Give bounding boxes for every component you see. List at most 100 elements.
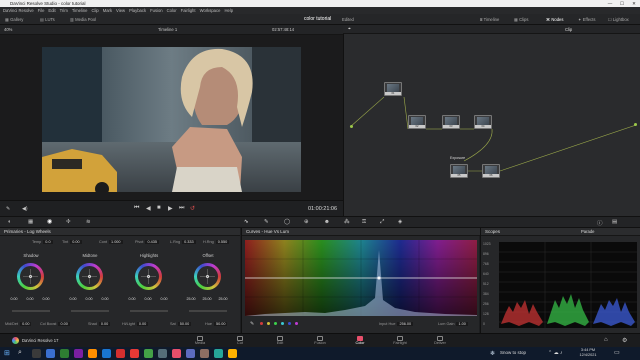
color-wheels-icon[interactable]: ◉ <box>47 218 52 225</box>
midtone-value[interactable]: 0.00 <box>99 297 111 301</box>
page-edit[interactable]: Edit <box>262 335 298 347</box>
yellow-swatch[interactable] <box>267 322 270 325</box>
rgb-mixer-icon[interactable]: ✢ <box>66 219 71 225</box>
menu-item[interactable]: Mark <box>103 7 112 14</box>
pivot-param[interactable]: Pivot 0.435 <box>135 240 159 244</box>
weather-text[interactable]: Snow to stop <box>500 350 526 355</box>
menu-item[interactable]: DaVinci Resolve <box>3 7 34 14</box>
magenta-swatch[interactable] <box>295 322 298 325</box>
node-06[interactable]: 06 <box>482 164 500 178</box>
shad-param[interactable]: Shad 0.00 <box>88 322 111 326</box>
skip-end-icon[interactable]: ⏭ <box>179 205 184 212</box>
premiere-icon[interactable] <box>74 349 83 358</box>
page-fairlight[interactable]: Fairlight <box>382 335 418 347</box>
lum-gain-param[interactable]: Lum Gain 1.00 <box>438 322 468 326</box>
notifications-icon[interactable]: ▭ <box>614 349 620 356</box>
photoshop-icon[interactable] <box>102 349 111 358</box>
spotify-icon[interactable] <box>144 349 153 358</box>
teams-icon[interactable] <box>186 349 195 358</box>
motion-effects-icon[interactable]: ≋ <box>86 219 91 225</box>
highlights-value[interactable]: 0.00 <box>126 297 138 301</box>
lrng-param[interactable]: L.Rng 0.333 <box>170 240 196 244</box>
menu-item[interactable]: Edit <box>48 7 55 14</box>
page-deliver[interactable]: Deliver <box>422 335 458 347</box>
page-media[interactable]: Media <box>182 335 218 347</box>
key-icon[interactable]: ⚿ <box>362 219 366 226</box>
pointer-icon[interactable]: ⌖ <box>348 26 351 32</box>
acrobat-icon[interactable] <box>116 349 125 358</box>
media-pool-button[interactable]: ▥ Media Pool <box>70 16 96 23</box>
colboost-param[interactable]: Col Boost 0.00 <box>40 322 70 326</box>
3d-icon[interactable]: ◈ <box>398 219 402 225</box>
page-fusion[interactable]: Fusion <box>302 335 338 347</box>
node-04[interactable]: 04 <box>474 115 492 129</box>
eyedropper-icon[interactable]: ✎ <box>250 321 254 327</box>
tracker-icon[interactable]: ⊕ <box>304 219 309 225</box>
speaker-icon[interactable]: ◀) <box>22 206 28 212</box>
middetail-param[interactable]: Mid/Det 0.00 <box>5 322 32 326</box>
midtone-master-slider[interactable] <box>71 310 109 312</box>
clock-time[interactable]: 3:44 PM <box>576 348 600 352</box>
illustrator-icon[interactable] <box>88 349 97 358</box>
shadow-value[interactable]: 0.00 <box>40 297 52 301</box>
menu-item[interactable]: View <box>116 7 125 14</box>
output-pin[interactable] <box>634 123 637 126</box>
home-icon[interactable]: ⌂ <box>604 337 608 343</box>
highlights-master-slider[interactable] <box>130 310 168 312</box>
qualifier-icon[interactable]: ✎ <box>264 219 269 225</box>
gallery-button[interactable]: ▦ Gallery <box>5 16 23 23</box>
explorer-icon[interactable] <box>158 349 167 358</box>
shadow-value[interactable]: 0.00 <box>8 297 20 301</box>
node-mode-select[interactable]: Clip <box>565 27 572 32</box>
offset-master-slider[interactable] <box>189 310 227 312</box>
shadow-value[interactable]: 0.00 <box>24 297 36 301</box>
task-view-icon[interactable] <box>32 349 41 358</box>
scopes-toggle-icon[interactable]: ▤ <box>612 219 617 225</box>
menu-item[interactable]: File <box>38 7 45 14</box>
info-icon[interactable]: ⓘ <box>597 219 603 227</box>
red-swatch[interactable] <box>260 322 263 325</box>
menu-item[interactable]: Playback <box>129 7 146 14</box>
app-icon[interactable] <box>214 349 223 358</box>
excel-icon[interactable] <box>60 349 69 358</box>
offset-value[interactable]: 25.00 <box>185 297 197 301</box>
app-icon[interactable] <box>228 349 237 358</box>
menu-item[interactable]: Clip <box>92 7 99 14</box>
sat-param[interactable]: Sat 50.00 <box>170 322 192 326</box>
shadow-master-slider[interactable] <box>12 310 50 312</box>
play-icon[interactable]: ▶ <box>168 205 173 212</box>
camera-raw-icon[interactable]: ◐ <box>8 219 11 225</box>
stop-icon[interactable]: ■ <box>157 205 161 211</box>
clips-button[interactable]: ▦ Clips <box>514 16 528 23</box>
magic-mask-icon[interactable]: ☻ <box>324 219 330 225</box>
blue-swatch[interactable] <box>288 322 291 325</box>
menu-item[interactable]: Fusion <box>150 7 163 14</box>
menu-item[interactable]: Color <box>167 7 177 14</box>
shadow-wheel[interactable] <box>17 263 44 290</box>
input-hue-param[interactable]: Input Hue 256.00 <box>379 322 414 326</box>
timeline-button[interactable]: ⌸ Timeline <box>480 16 499 23</box>
temp-param[interactable]: Temp 0.0 <box>32 240 53 244</box>
offset-wheel[interactable] <box>194 263 221 290</box>
cyan-swatch[interactable] <box>281 322 284 325</box>
node-01[interactable]: 01 <box>384 82 402 96</box>
sizing-icon[interactable]: ⤢ <box>380 219 384 226</box>
node-05[interactable]: 05 <box>450 164 468 178</box>
hrng-param[interactable]: H.Rng 0.550 <box>203 240 230 244</box>
timeline-select[interactable]: Timeline 1 <box>158 27 177 32</box>
nodes-button[interactable]: ⌘ Nodes <box>546 16 563 23</box>
effects-button[interactable]: ✦ Effects <box>578 16 595 23</box>
windows-start-icon[interactable]: ⊞ <box>4 349 10 357</box>
menu-item[interactable]: Timeline <box>72 7 88 14</box>
window-icon[interactable]: ◯ <box>284 219 290 225</box>
menu-item[interactable]: Workspace <box>200 7 221 14</box>
midtone-value[interactable]: 0.00 <box>83 297 95 301</box>
chrome-icon[interactable] <box>130 349 139 358</box>
page-color[interactable]: Color <box>342 335 378 347</box>
node-03[interactable]: 03 <box>442 115 460 129</box>
resolve-task-icon[interactable] <box>172 349 181 358</box>
skip-start-icon[interactable]: ⏮ <box>134 205 139 212</box>
app-icon[interactable] <box>200 349 209 358</box>
node-02[interactable]: 02 <box>408 115 426 129</box>
lightbox-button[interactable]: ☐ Lightbox <box>608 16 629 23</box>
